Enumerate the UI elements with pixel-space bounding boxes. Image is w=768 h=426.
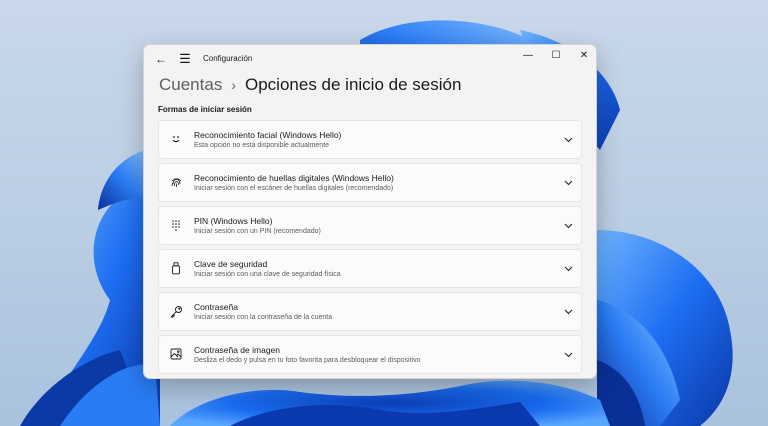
chevron-down-icon[interactable] — [563, 178, 573, 188]
settings-window: ← ☰ Configuración — ☐ ✕ Cuentas › Opcion… — [143, 44, 597, 379]
app-title: Configuración — [203, 54, 253, 63]
face-icon — [169, 132, 183, 146]
sign-in-options-list: Reconocimiento facial (Windows Hello) Es… — [158, 120, 582, 378]
option-title: Reconocimiento de huellas digitales (Win… — [194, 173, 394, 183]
chevron-down-icon[interactable] — [563, 307, 573, 317]
option-subtitle: Iniciar sesión con la contraseña de la c… — [194, 314, 333, 321]
fingerprint-icon — [169, 175, 183, 189]
breadcrumb-parent-link[interactable]: Cuentas — [159, 75, 222, 95]
hamburger-menu-icon[interactable]: ☰ — [174, 48, 196, 70]
close-button[interactable]: ✕ — [570, 45, 596, 65]
chevron-down-icon[interactable] — [563, 135, 573, 145]
image-icon — [169, 347, 183, 361]
minimize-button[interactable]: — — [514, 45, 542, 65]
breadcrumb: Cuentas › Opciones de inicio de sesión — [159, 73, 461, 97]
option-subtitle: Iniciar sesión con un PIN (recomendado) — [194, 228, 321, 235]
option-fingerprint[interactable]: Reconocimiento de huellas digitales (Win… — [158, 163, 582, 202]
option-title: Clave de seguridad — [194, 259, 268, 269]
option-security-key[interactable]: Clave de seguridad Iniciar sesión con un… — [158, 249, 582, 288]
back-arrow-icon[interactable]: ← — [150, 48, 172, 70]
option-facial-recognition[interactable]: Reconocimiento facial (Windows Hello) Es… — [158, 120, 582, 159]
maximize-button[interactable]: ☐ — [542, 45, 570, 65]
section-title: Formas de iniciar sesión — [158, 105, 252, 114]
option-password[interactable]: Contraseña Iniciar sesión con la contras… — [158, 292, 582, 331]
option-title: Contraseña — [194, 302, 238, 312]
title-bar: ← ☰ Configuración — ☐ ✕ — [144, 45, 596, 73]
usb-key-icon — [169, 261, 183, 275]
option-title: Contraseña de imagen — [194, 345, 281, 355]
chevron-down-icon[interactable] — [563, 264, 573, 274]
option-subtitle: Desliza el dedo y pulsa en tu foto favor… — [194, 357, 421, 364]
chevron-down-icon[interactable] — [563, 221, 573, 231]
option-title: PIN (Windows Hello) — [194, 216, 273, 226]
option-picture-password[interactable]: Contraseña de imagen Desliza el dedo y p… — [158, 335, 582, 374]
chevron-down-icon[interactable] — [563, 350, 573, 360]
pin-keypad-icon — [169, 218, 183, 232]
option-subtitle: Iniciar sesión con el escáner de huellas… — [194, 185, 394, 192]
page-title: Opciones de inicio de sesión — [245, 75, 462, 94]
option-subtitle: Esta opción no está disponible actualmen… — [194, 142, 330, 149]
option-subtitle: Iniciar sesión con una clave de segurida… — [194, 271, 341, 278]
option-title: Reconocimiento facial (Windows Hello) — [194, 130, 342, 140]
key-icon — [169, 304, 183, 318]
chevron-right-icon: › — [231, 77, 236, 93]
option-pin[interactable]: PIN (Windows Hello) Iniciar sesión con u… — [158, 206, 582, 245]
